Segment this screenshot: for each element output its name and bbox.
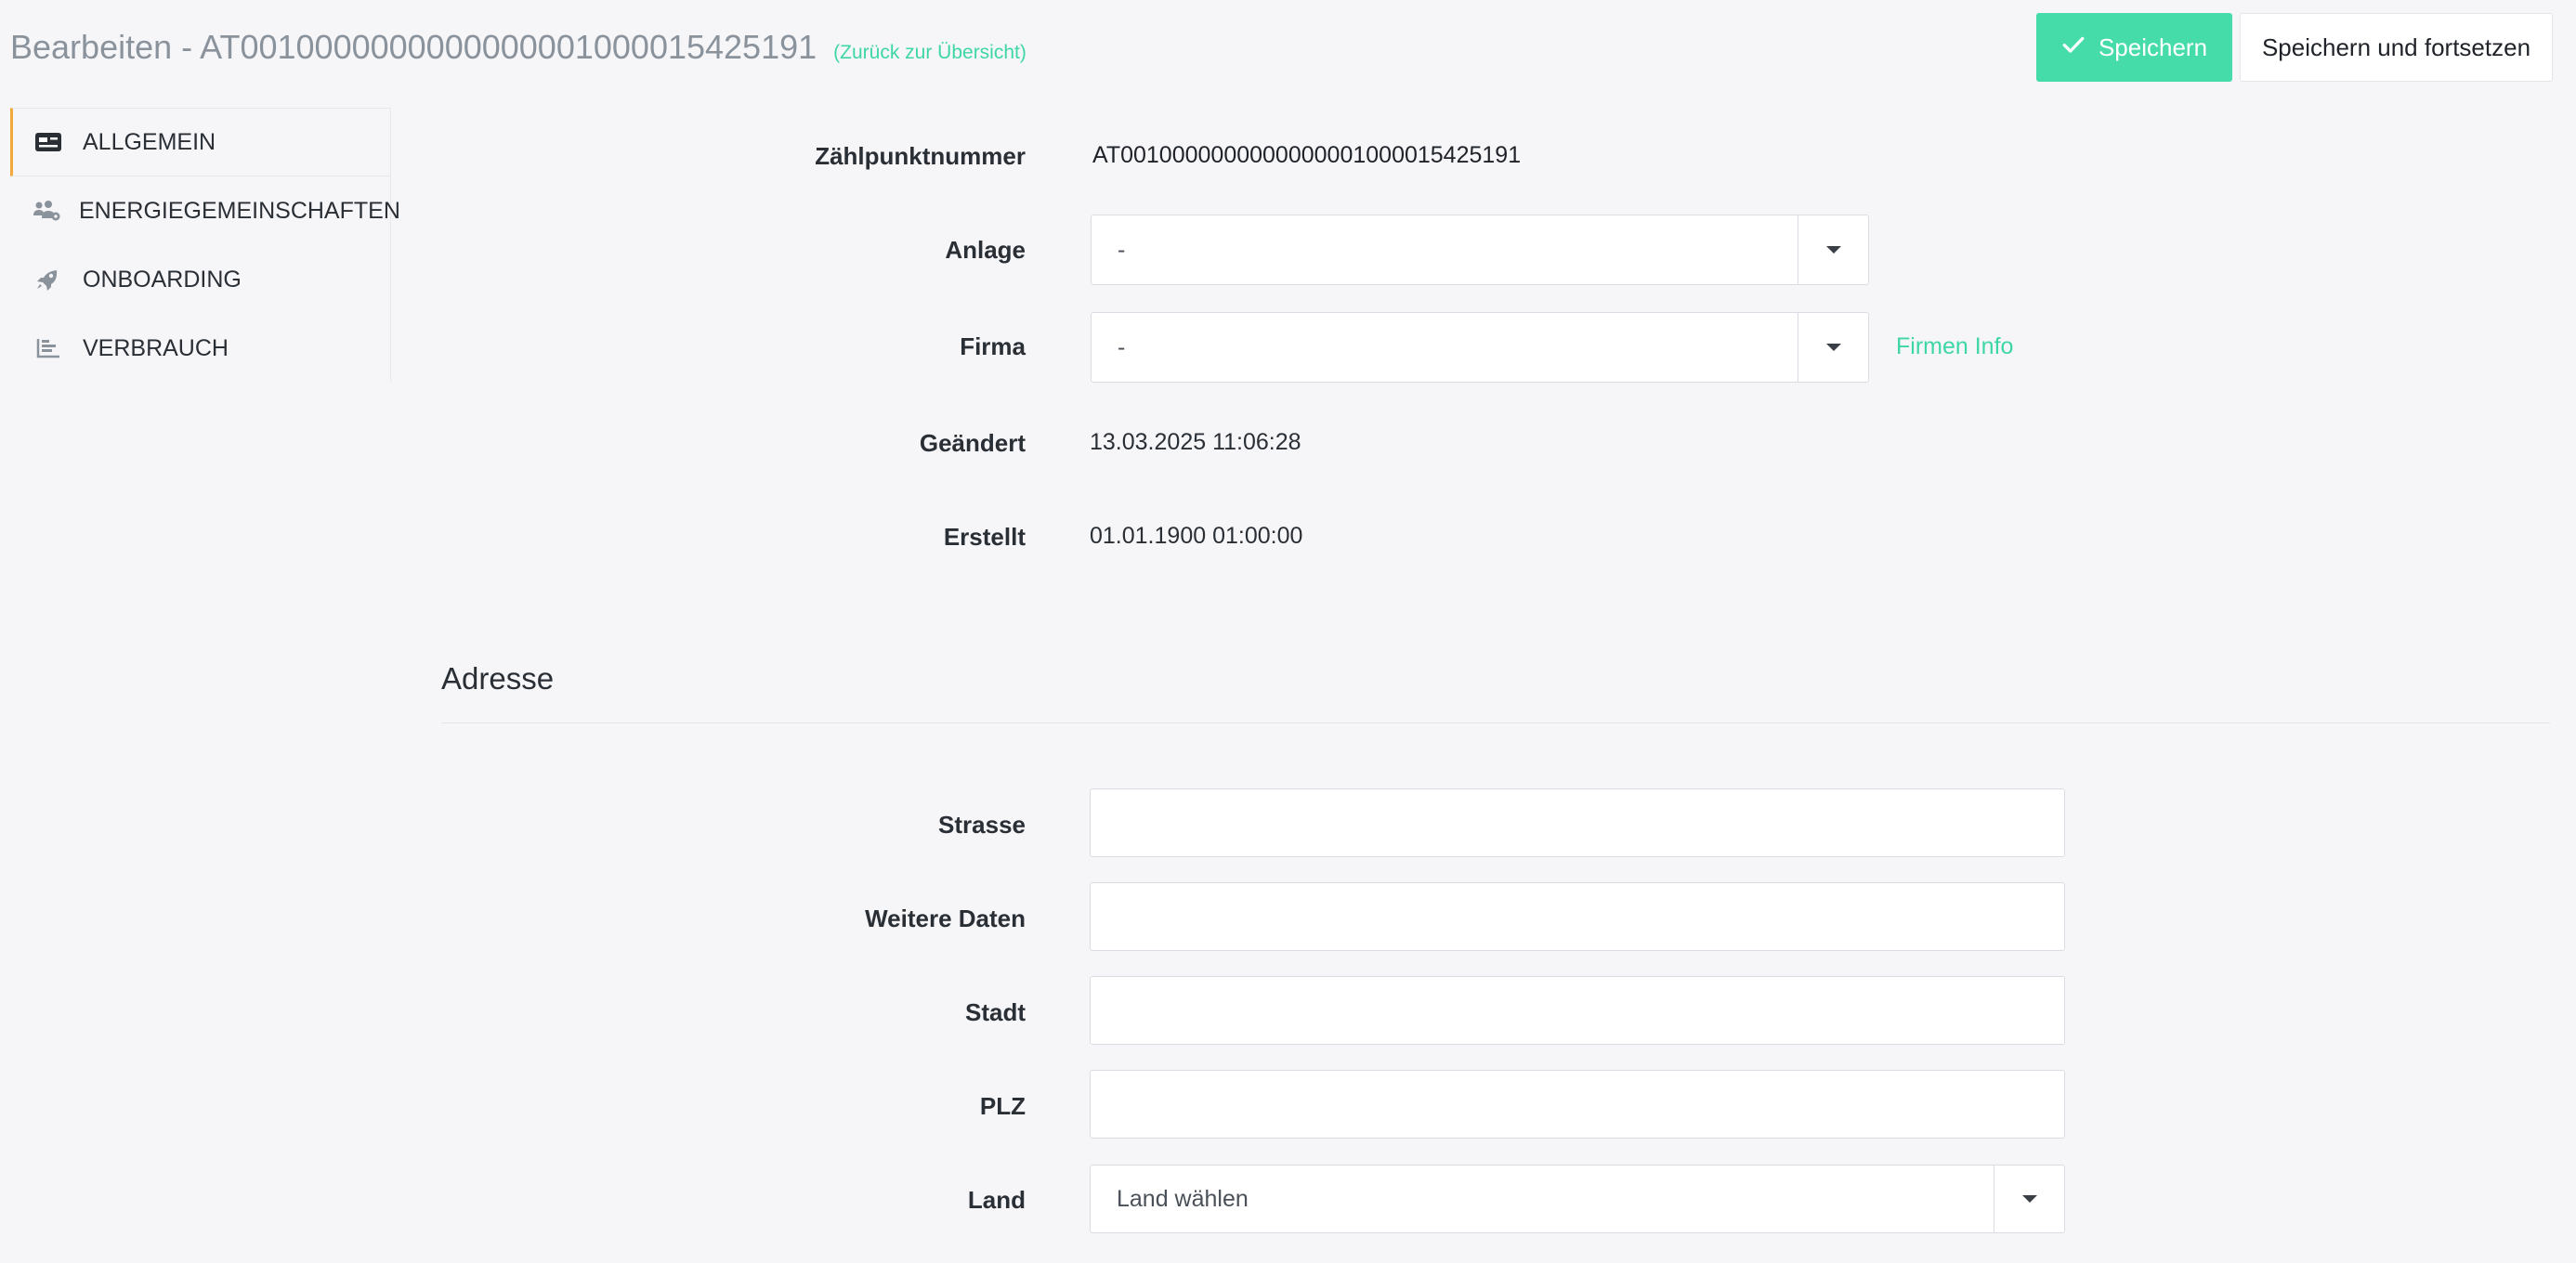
weitere-daten-input[interactable] — [1090, 882, 2065, 951]
chevron-down-icon[interactable] — [1994, 1165, 2064, 1232]
strasse-input[interactable] — [1090, 788, 2065, 857]
firmen-info-link[interactable]: Firmen Info — [1896, 333, 2013, 360]
sidebar-item-onboarding[interactable]: ONBOARDING — [10, 245, 390, 314]
anlage-select[interactable]: - — [1091, 215, 1869, 285]
zaehlpunkt-value: AT0010000000000000001000015425191 — [1092, 142, 1522, 168]
geaendert-label: Geändert — [919, 429, 1026, 457]
strasse-label: Strasse — [938, 811, 1026, 839]
page-title: Bearbeiten - AT0010000000000000001000015… — [10, 28, 1026, 67]
erstellt-label: Erstellt — [943, 523, 1026, 551]
save-and-continue-button[interactable]: Speichern und fortsetzen — [2240, 13, 2553, 82]
rocket-icon — [33, 266, 64, 293]
anlage-label: Anlage — [945, 236, 1026, 264]
sidebar-item-label: ENERGIEGEMEINSCHAFTEN — [79, 197, 400, 224]
back-to-overview-link[interactable]: (Zurück zur Übersicht) — [833, 42, 1026, 63]
stadt-input[interactable] — [1090, 976, 2065, 1045]
firma-select-value: - — [1118, 333, 1126, 360]
save-button-label: Speichern — [2098, 33, 2208, 61]
plz-label: PLZ — [979, 1092, 1026, 1120]
erstellt-value: 01.01.1900 01:00:00 — [1090, 523, 1303, 549]
weitere-daten-label: Weitere Daten — [865, 905, 1026, 932]
sidebar-item-label: ONBOARDING — [83, 266, 242, 293]
plz-input[interactable] — [1090, 1070, 2065, 1139]
sidebar-item-label: VERBRAUCH — [83, 334, 229, 361]
sidebar-item-label: ALLGEMEIN — [83, 128, 216, 155]
sidebar-item-allgemein[interactable]: ALLGEMEIN — [10, 108, 390, 176]
anlage-select-value: - — [1118, 236, 1126, 263]
land-select-placeholder: Land wählen — [1117, 1185, 1249, 1212]
chevron-down-icon[interactable] — [1798, 215, 1868, 284]
address-section-title: Adresse — [441, 661, 555, 696]
id-card-icon — [33, 128, 64, 156]
bar-chart-icon — [33, 334, 64, 362]
save-button[interactable]: Speichern — [2036, 13, 2232, 82]
sidebar-nav: ALLGEMEIN ENERGIEGEMEINSCHAFTEN ONBOARDI… — [10, 108, 400, 383]
zaehlpunkt-label: Zählpunktnummer — [815, 142, 1026, 170]
save-and-continue-label: Speichern und fortsetzen — [2261, 33, 2531, 61]
land-select[interactable]: Land wählen — [1090, 1165, 2065, 1233]
geaendert-value: 13.03.2025 11:06:28 — [1090, 429, 1301, 455]
users-gear-icon — [33, 197, 60, 225]
firma-label: Firma — [960, 332, 1026, 360]
edit-page: Bearbeiten - AT0010000000000000001000015… — [0, 0, 2576, 1263]
land-label: Land — [967, 1186, 1026, 1214]
check-icon — [2061, 33, 2086, 63]
sidebar-item-energiegemeinschaften[interactable]: ENERGIEGEMEINSCHAFTEN — [10, 176, 400, 245]
sidebar-item-verbrauch[interactable]: VERBRAUCH — [10, 314, 390, 383]
page-title-text: Bearbeiten - AT0010000000000000001000015… — [10, 28, 817, 66]
firma-select[interactable]: - — [1091, 312, 1869, 383]
chevron-down-icon[interactable] — [1798, 313, 1868, 382]
stadt-label: Stadt — [965, 998, 1026, 1026]
